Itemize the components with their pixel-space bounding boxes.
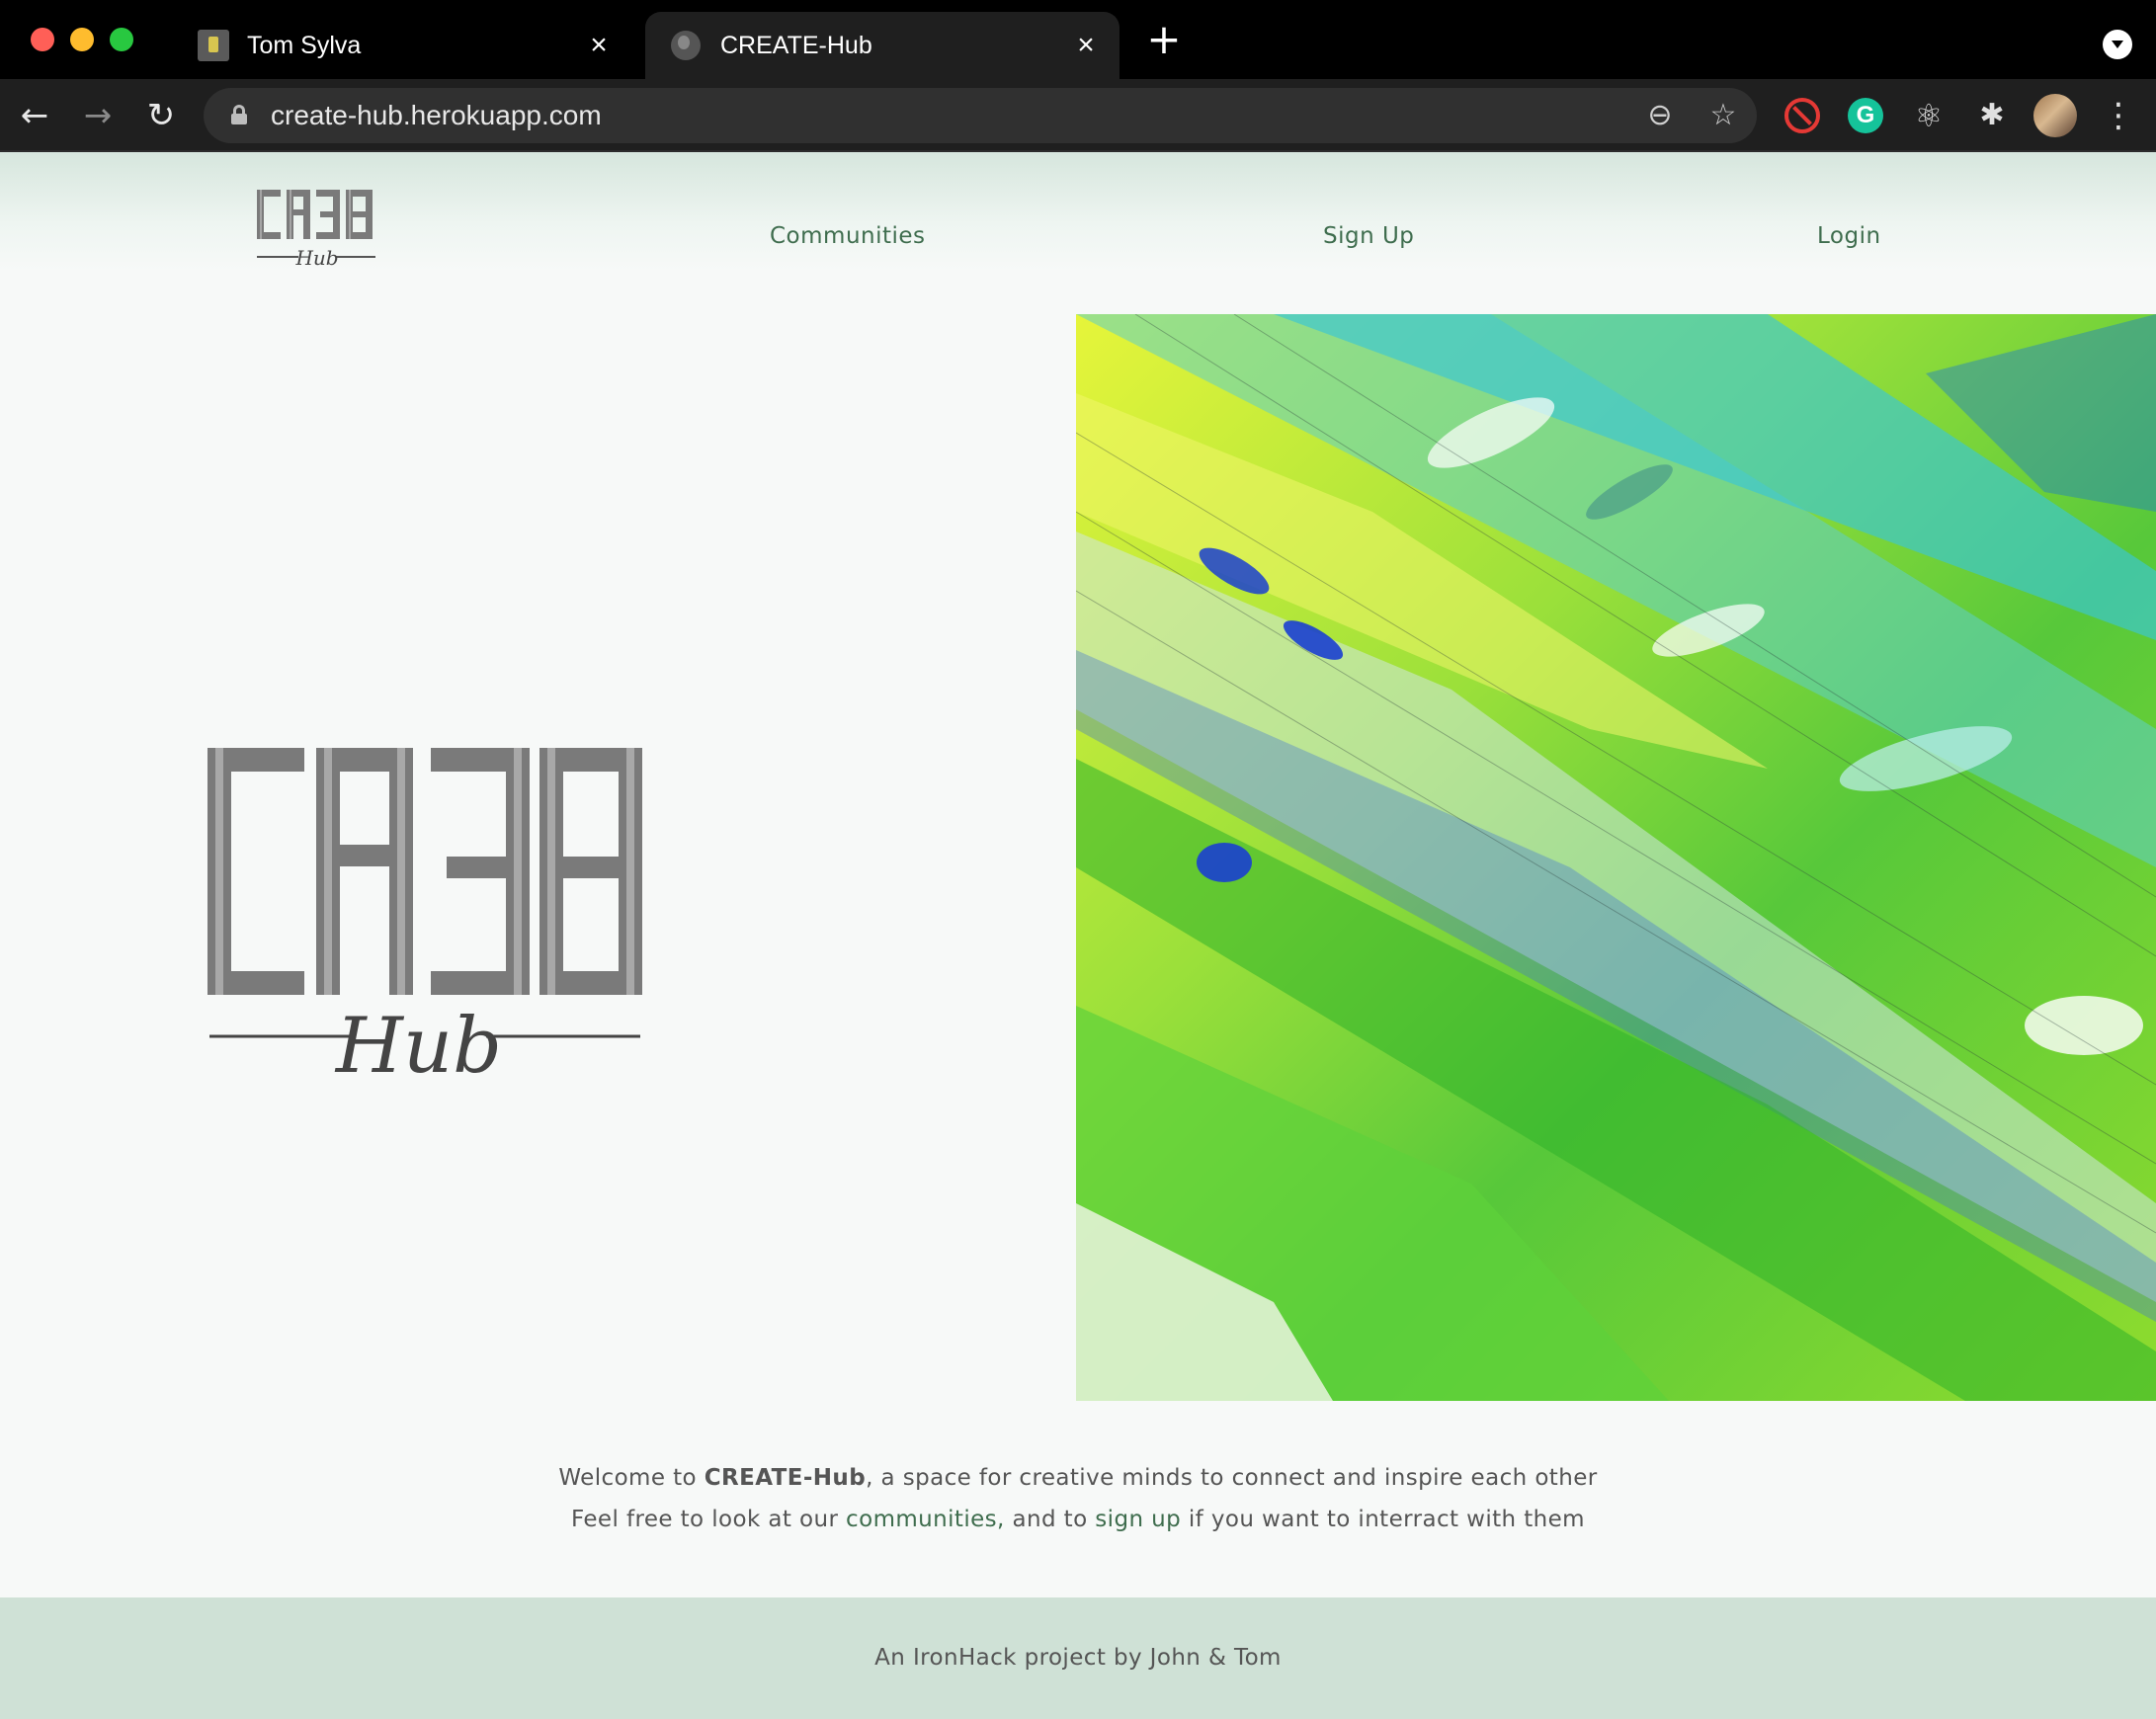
footer-text: An IronHack project by John & Tom — [874, 1645, 1282, 1671]
hero-logo: Hub — [207, 748, 642, 1082]
lock-icon[interactable] — [231, 105, 247, 124]
bookmark-star-icon[interactable]: ☆ — [1705, 98, 1741, 133]
tab-tom-sylva[interactable]: Tom Sylva × — [178, 12, 632, 79]
site-footer: An IronHack project by John & Tom — [0, 1597, 2156, 1719]
browser-toolbar: ← → ↻ create-hub.herokuapp.com ⊖ ☆ — [0, 79, 2156, 152]
address-bar[interactable]: create-hub.herokuapp.com ⊖ ☆ — [204, 88, 1757, 143]
welcome-text-post: if you want to interract with them — [1181, 1507, 1585, 1532]
logo-hub-text: Hub — [294, 246, 338, 270]
new-tab-button[interactable]: + — [1146, 19, 1182, 60]
communities-link[interactable]: communities, — [846, 1507, 1005, 1532]
grammarly-extension-icon[interactable]: G — [1848, 98, 1883, 133]
close-icon[interactable]: × — [1066, 26, 1106, 65]
welcome-text-post: , a space for creative minds to connect … — [866, 1465, 1598, 1491]
browser-menu-icon[interactable]: ⋮ — [2101, 98, 2136, 133]
welcome-text-pre: Feel free to look at our — [571, 1507, 847, 1532]
close-icon[interactable]: × — [579, 26, 619, 65]
back-arrow-icon[interactable]: ← — [14, 95, 55, 136]
profile-avatar[interactable] — [2033, 94, 2077, 137]
hero-abstract-painting — [1076, 314, 2156, 1401]
maximize-window-button[interactable] — [110, 28, 133, 51]
tab-search-icon[interactable] — [2103, 30, 2132, 59]
nav-login-link[interactable]: Login — [1817, 223, 1881, 249]
react-devtools-icon[interactable]: ⚛ — [1911, 98, 1947, 133]
tab-title: Tom Sylva — [247, 31, 362, 59]
url-text[interactable]: create-hub.herokuapp.com — [271, 88, 602, 143]
welcome-text-mid: and to — [1004, 1507, 1096, 1532]
extensions-puzzle-icon[interactable]: ✱ — [1974, 98, 2010, 133]
welcome-text-pre: Welcome to — [558, 1465, 705, 1491]
close-window-button[interactable] — [31, 28, 54, 51]
globe-icon — [671, 31, 701, 60]
brand-name: CREATE-Hub — [704, 1465, 867, 1491]
welcome-line-2: Feel free to look at our communities, an… — [0, 1499, 2156, 1540]
nav-communities-link[interactable]: Communities — [770, 223, 926, 249]
tab-create-hub[interactable]: CREATE-Hub × — [645, 12, 1119, 79]
zoom-icon[interactable]: ⊖ — [1642, 98, 1678, 133]
tab-favicon-icon — [198, 30, 229, 61]
signup-link[interactable]: sign up — [1095, 1507, 1181, 1532]
tab-title: CREATE-Hub — [720, 31, 872, 59]
browser-tab-bar: Tom Sylva × CREATE-Hub × + — [0, 0, 2156, 79]
minimize-window-button[interactable] — [70, 28, 94, 51]
forward-arrow-icon[interactable]: → — [77, 95, 119, 136]
welcome-line-1: Welcome to CREATE-Hub, a space for creat… — [0, 1457, 2156, 1499]
site-logo[interactable]: Hub — [255, 186, 377, 273]
reload-icon[interactable]: ↻ — [140, 95, 182, 136]
hero-logo-hub-text: Hub — [334, 1002, 502, 1082]
nav-signup-link[interactable]: Sign Up — [1323, 223, 1414, 249]
welcome-text: Welcome to CREATE-Hub, a space for creat… — [0, 1457, 2156, 1540]
blocker-extension-icon[interactable] — [1784, 98, 1820, 133]
